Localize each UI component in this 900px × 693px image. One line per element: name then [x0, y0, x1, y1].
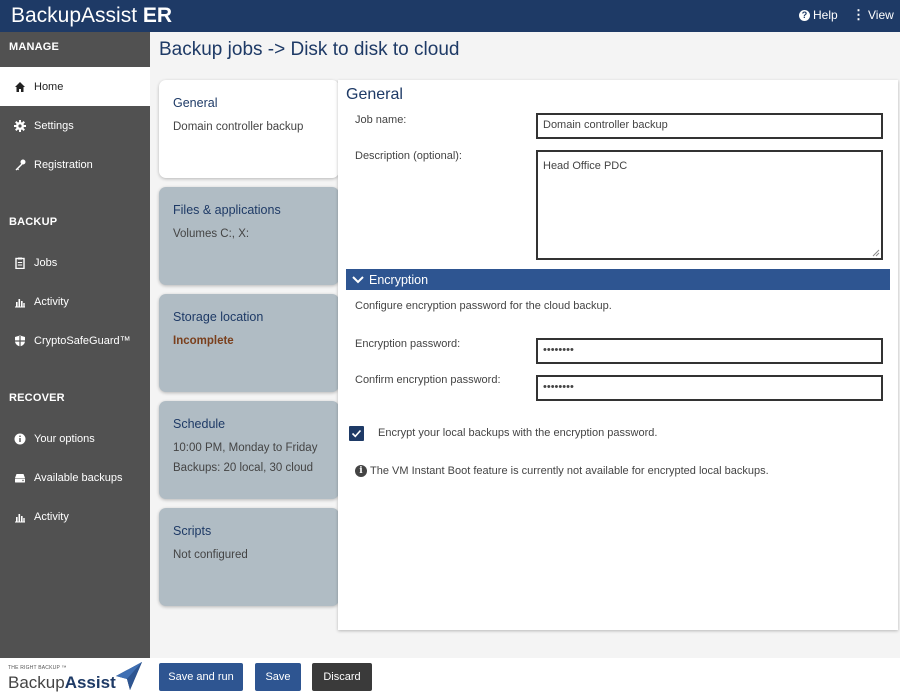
- job-name-input[interactable]: Domain controller backup: [536, 113, 883, 139]
- encryption-description: Configure encryption password for the cl…: [355, 300, 612, 312]
- step-title: Files & applications: [173, 203, 281, 217]
- general-heading: General: [346, 86, 403, 103]
- logo-bold: Assist: [64, 673, 116, 692]
- sidebar-item-label: Available backups: [34, 471, 123, 484]
- sidebar-item-jobs[interactable]: Jobs: [0, 243, 150, 282]
- encryption-section-header[interactable]: Encryption: [346, 269, 890, 290]
- encryption-password-input[interactable]: ••••••••: [536, 338, 883, 364]
- step-title: Schedule: [173, 417, 226, 431]
- sidebar-section-manage: MANAGE: [9, 41, 60, 53]
- step-card-general[interactable]: General Domain controller backup: [159, 80, 339, 178]
- bar-chart-icon: [14, 511, 26, 523]
- sidebar-item-label: Activity: [34, 295, 69, 308]
- save-and-run-button[interactable]: Save and run: [159, 663, 243, 691]
- view-label: View: [868, 8, 894, 22]
- info-text: The VM Instant Boot feature is currently…: [370, 465, 769, 477]
- step-title: Storage location: [173, 310, 264, 324]
- help-icon: ?: [799, 9, 810, 21]
- encryption-heading: Encryption: [369, 272, 429, 287]
- clipboard-icon: [14, 257, 26, 269]
- save-button[interactable]: Save: [255, 663, 301, 691]
- sidebar-item-your-options[interactable]: Your options: [0, 419, 150, 458]
- job-name-label: Job name:: [355, 114, 407, 126]
- step-summary: Volumes C:, X:: [173, 228, 250, 240]
- sidebar: MANAGE Home Settings Registration BACKUP…: [0, 32, 150, 658]
- info-icon: [14, 433, 26, 445]
- description-textarea[interactable]: Head Office PDC: [536, 150, 883, 260]
- top-bar: BackupAssist ER ? Help ⋮ View: [0, 0, 900, 32]
- sidebar-item-settings[interactable]: Settings: [0, 106, 150, 145]
- sidebar-item-label: CryptoSafeGuard™: [34, 334, 131, 347]
- page-title: Backup jobs -> Disk to disk to cloud: [159, 39, 460, 60]
- view-menu-button[interactable]: ⋮ View: [852, 8, 894, 22]
- step-card-storage-location[interactable]: Storage location Incomplete: [159, 294, 339, 392]
- help-button[interactable]: ? Help: [799, 8, 838, 22]
- sidebar-item-label: Activity: [34, 510, 69, 523]
- confirm-password-input[interactable]: ••••••••: [536, 375, 883, 401]
- chevron-down-icon: [352, 275, 364, 284]
- step-title: Scripts: [173, 524, 212, 538]
- sidebar-section-backup: BACKUP: [9, 216, 58, 228]
- sidebar-item-label: Settings: [34, 119, 74, 132]
- bar-chart-icon: [14, 296, 26, 308]
- shield-icon: [14, 335, 26, 347]
- backupassist-logo: THE RIGHT BACKUP ™ BackupAssist: [8, 662, 142, 693]
- encrypt-local-label: Encrypt your local backups with the encr…: [378, 427, 658, 439]
- sidebar-item-label: Jobs: [34, 256, 58, 269]
- info-icon: i: [355, 465, 367, 477]
- step-title: General: [173, 96, 218, 110]
- logo-tagline: THE RIGHT BACKUP ™: [8, 665, 67, 671]
- drive-icon: [14, 472, 26, 484]
- step-summary: Not configured: [173, 549, 248, 561]
- app-brand: BackupAssist ER: [11, 4, 172, 28]
- logo-wordmark: BackupAssist: [8, 673, 116, 693]
- checkmark-icon: [351, 429, 362, 438]
- encrypt-local-checkbox[interactable]: [349, 426, 364, 441]
- sidebar-item-recover-activity[interactable]: Activity: [0, 497, 150, 536]
- resize-grip-icon[interactable]: [872, 249, 880, 257]
- sidebar-item-available-backups[interactable]: Available backups: [0, 458, 150, 497]
- description-label: Description (optional):: [355, 150, 462, 162]
- sidebar-item-cryptosafeguard[interactable]: CryptoSafeGuard™: [0, 321, 150, 360]
- step-status-incomplete: Incomplete: [173, 335, 234, 347]
- description-value: Head Office PDC: [543, 160, 628, 172]
- vm-instant-boot-note: i The VM Instant Boot feature is current…: [355, 465, 769, 477]
- confirm-password-label: Confirm encryption password:: [355, 374, 501, 386]
- step-summary: Domain controller backup: [173, 121, 304, 133]
- home-icon: [14, 81, 26, 93]
- step-card-scripts[interactable]: Scripts Not configured: [159, 508, 339, 606]
- paper-plane-logo-icon: [116, 662, 142, 690]
- help-label: Help: [813, 8, 838, 22]
- step-summary: Backups: 20 local, 30 cloud: [173, 462, 314, 474]
- step-card-schedule[interactable]: Schedule 10:00 PM, Monday to Friday Back…: [159, 401, 339, 499]
- sidebar-item-label: Registration: [34, 158, 93, 171]
- sidebar-item-label: Home: [34, 80, 64, 93]
- gear-icon: [14, 119, 26, 132]
- sidebar-item-home[interactable]: Home: [0, 67, 150, 106]
- sidebar-item-registration[interactable]: Registration: [0, 145, 150, 184]
- sidebar-item-label: Your options: [34, 432, 95, 445]
- key-icon: [14, 159, 26, 171]
- sidebar-section-recover: RECOVER: [9, 392, 65, 404]
- brand-name: BackupAssist: [11, 4, 138, 27]
- sidebar-item-backup-activity[interactable]: Activity: [0, 282, 150, 321]
- step-card-files-applications[interactable]: Files & applications Volumes C:, X:: [159, 187, 339, 285]
- encryption-password-label: Encryption password:: [355, 338, 461, 350]
- logo-main: Backup: [8, 673, 65, 692]
- discard-button[interactable]: Discard: [312, 663, 372, 691]
- kebab-menu-icon: ⋮: [852, 7, 865, 22]
- step-summary: 10:00 PM, Monday to Friday: [173, 442, 318, 454]
- brand-suffix: ER: [142, 4, 173, 27]
